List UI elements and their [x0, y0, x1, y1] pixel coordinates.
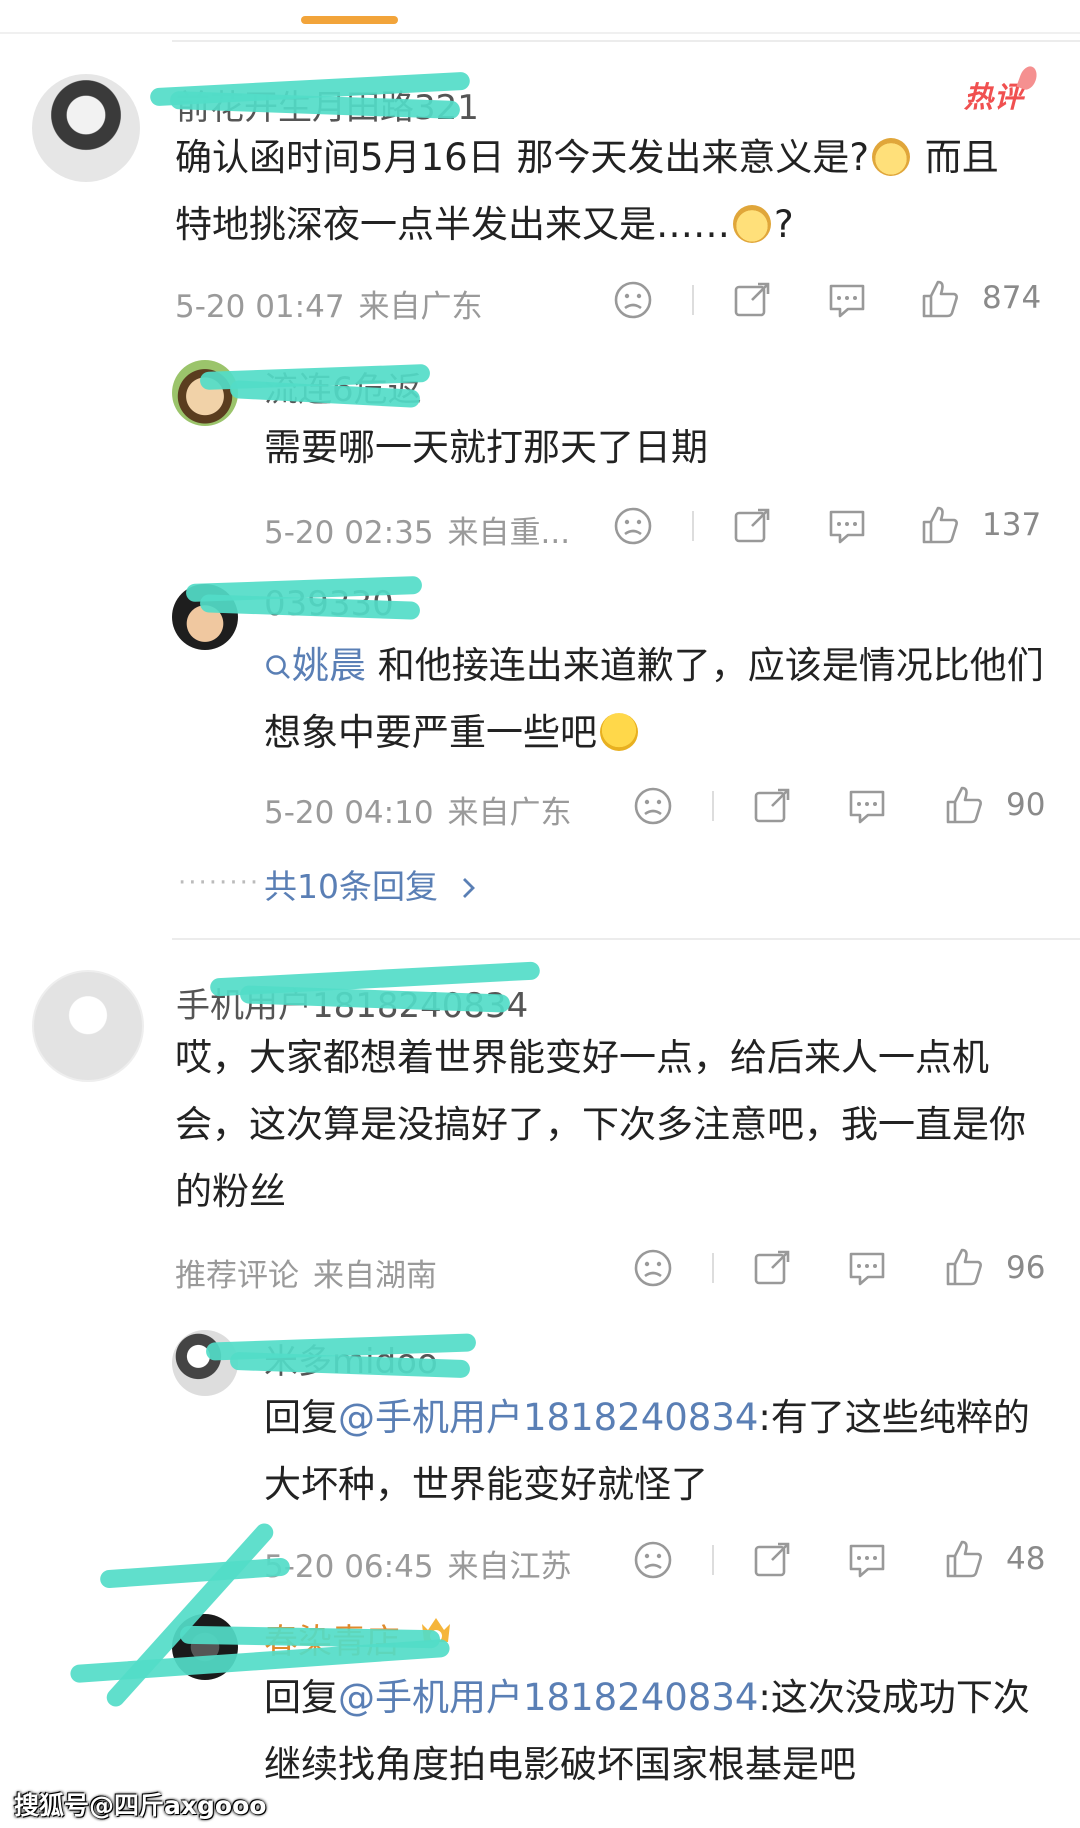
comment-icon: [829, 284, 865, 318]
share-button[interactable]: [732, 280, 772, 320]
comment-button[interactable]: [846, 1540, 888, 1580]
dislike-button[interactable]: [633, 1540, 673, 1580]
dislike-icon: [634, 1249, 672, 1287]
dislike-icon: [614, 507, 652, 545]
user-mention[interactable]: @手机用户1818240834: [338, 1676, 758, 1719]
comment-meta: 5-20 01:47 来自广东: [175, 289, 483, 325]
avatar[interactable]: [32, 970, 144, 1082]
chevron-right-icon: [462, 878, 475, 898]
share-button[interactable]: [752, 1248, 792, 1288]
divider: [692, 285, 694, 315]
divider: [0, 32, 1080, 34]
share-icon: [754, 788, 790, 823]
topic-mention[interactable]: 姚晨: [264, 644, 366, 687]
comment-icon: [849, 1544, 885, 1578]
dislike-icon: [634, 1541, 672, 1579]
like-count: 90: [1006, 787, 1046, 823]
divider: [712, 1545, 714, 1575]
comment-button[interactable]: [826, 506, 868, 546]
dislike-button[interactable]: [613, 506, 653, 546]
comment-meta: 推荐评论 来自湖南: [175, 1258, 437, 1294]
like-icon: [946, 1248, 982, 1286]
like-icon: [946, 786, 982, 824]
tab-indicator: [301, 16, 398, 24]
divider: [692, 511, 694, 541]
share-button[interactable]: [752, 1540, 792, 1580]
divider: [712, 1253, 714, 1283]
comment-icon: [829, 510, 865, 544]
like-button[interactable]: [920, 278, 960, 320]
share-icon: [734, 508, 770, 543]
share-icon: [754, 1542, 790, 1577]
doge-emoji-icon: [872, 138, 911, 176]
comment-meta: 5-20 04:10 来自广东: [264, 795, 572, 831]
like-icon: [922, 506, 958, 544]
like-count: 96: [1006, 1250, 1046, 1286]
like-icon: [922, 280, 958, 318]
like-button[interactable]: [944, 1246, 984, 1288]
share-icon: [734, 282, 770, 317]
dislike-icon: [614, 281, 652, 319]
divider: [172, 40, 1080, 42]
like-count: 137: [982, 507, 1042, 543]
avatar[interactable]: [32, 74, 140, 182]
like-button[interactable]: [920, 504, 960, 546]
doge-emoji-icon: [733, 205, 771, 243]
divider: [172, 938, 1080, 940]
hot-comment-badge: 热评: [964, 63, 1040, 116]
comment-text: 确认函时间5月16日 那今天发出来意义是? 而且特地挑深夜一点半发出来又是……?: [175, 136, 999, 246]
comment-text: 哎，大家都想着世界能变好一点，给后来人一点机会，这次算是没搞好了，下次多注意吧，…: [175, 1036, 1026, 1213]
search-icon: [266, 655, 290, 679]
redaction-scribble: [99, 1557, 291, 1589]
avatar[interactable]: [172, 360, 238, 426]
like-button[interactable]: [944, 784, 984, 826]
comment-icon: [849, 790, 885, 824]
share-button[interactable]: [752, 786, 792, 826]
comment-text: 回复@手机用户1818240834:这次没成功下次继续找角度拍电影破坏国家根基是…: [264, 1676, 1030, 1786]
redaction-scribble: [103, 1519, 277, 1711]
dislike-icon: [634, 787, 672, 825]
more-replies-link[interactable]: 共10条回复: [264, 860, 479, 908]
comment-button[interactable]: [846, 1248, 888, 1288]
laughing-emoji-icon: [600, 713, 638, 751]
like-button[interactable]: [944, 1538, 984, 1580]
comment-icon: [849, 1252, 885, 1286]
comment-meta: 5-20 02:35 来自重...: [264, 515, 571, 551]
dislike-button[interactable]: [613, 280, 653, 320]
comment-text: 需要哪一天就打那天了日期: [264, 426, 708, 469]
like-count: 874: [982, 280, 1042, 316]
comment-text: 姚晨 和他接连出来道歉了，应该是情况比他们想象中要严重一些吧: [264, 644, 1044, 754]
like-count: 48: [1006, 1541, 1046, 1577]
comment-button[interactable]: [826, 280, 868, 320]
watermark: 搜狐号@四斤axgooo: [14, 1791, 267, 1820]
more-replies-dots: ········: [178, 868, 261, 898]
like-icon: [946, 1540, 982, 1578]
dislike-button[interactable]: [633, 1248, 673, 1288]
avatar[interactable]: [172, 1330, 238, 1396]
dislike-button[interactable]: [633, 786, 673, 826]
comment-button[interactable]: [846, 786, 888, 826]
divider: [712, 791, 714, 821]
comment-meta: 5-20 06:45 来自江苏: [264, 1549, 572, 1585]
share-button[interactable]: [732, 506, 772, 546]
comment-text: 回复@手机用户1818240834:有了这些纯粹的大坏种，世界能变好就怪了: [264, 1396, 1030, 1506]
user-mention[interactable]: @手机用户1818240834: [338, 1396, 758, 1439]
share-icon: [754, 1250, 790, 1285]
